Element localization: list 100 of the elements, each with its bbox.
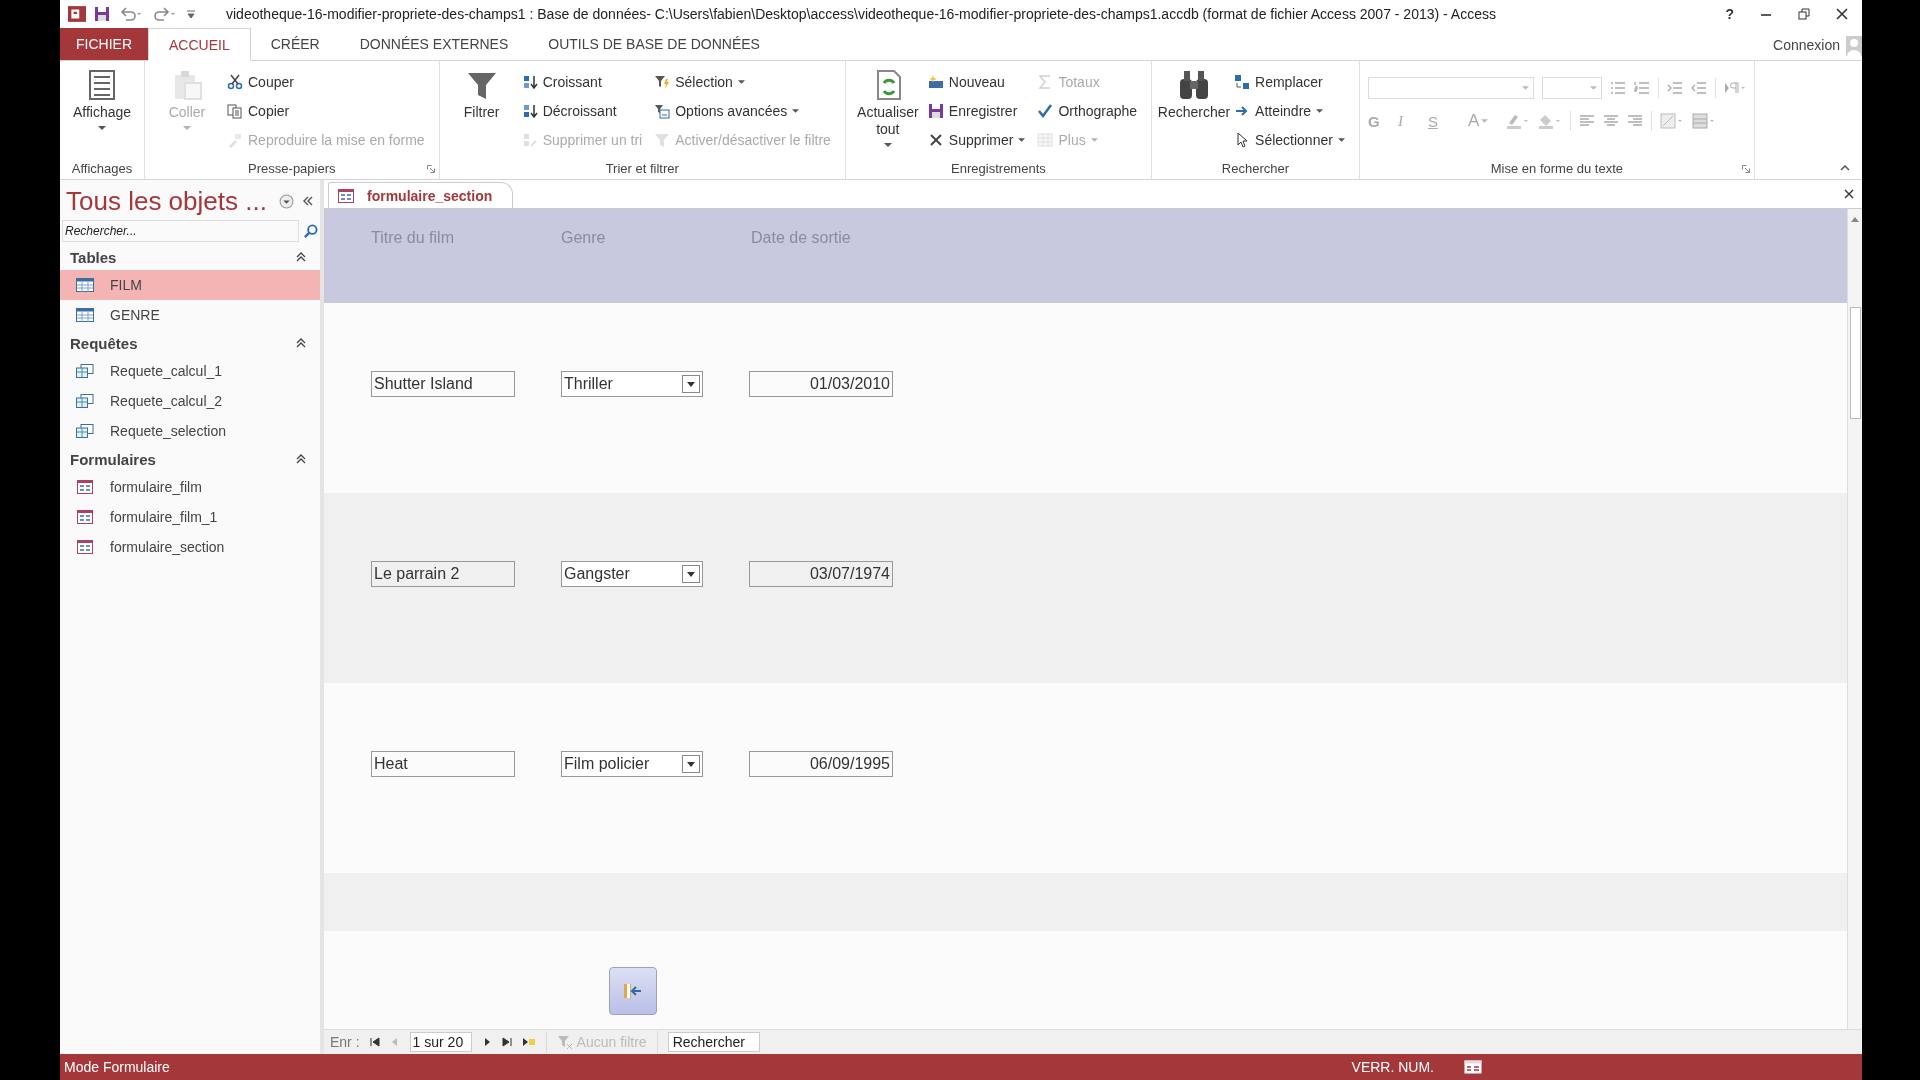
ribbon-tab[interactable]: DONNÉES EXTERNES (339, 28, 529, 60)
close-icon[interactable] (1836, 8, 1848, 20)
ribbon-button[interactable]: Rechercher (1160, 65, 1229, 157)
nav-item[interactable]: GENRE (60, 300, 320, 330)
nav-item[interactable]: Requete_calcul_1 (60, 356, 320, 386)
chevron-up-icon[interactable] (296, 454, 306, 464)
numbered-list-icon[interactable] (1633, 80, 1650, 96)
scissors-icon (227, 74, 243, 90)
nav-item[interactable]: formulaire_film (60, 472, 320, 502)
ribbon-button[interactable]: Orthographe (1037, 98, 1144, 124)
close-form-button[interactable] (609, 967, 657, 1015)
highlighter-icon[interactable] (1505, 113, 1530, 129)
search-field[interactable]: Rechercher (667, 1032, 760, 1052)
form-icon (337, 188, 355, 203)
bullet-list-icon[interactable] (1609, 80, 1626, 96)
section-header[interactable]: Requêtes (60, 330, 320, 356)
ribbon-tab[interactable]: FICHIER (60, 28, 148, 60)
pane-title[interactable]: Tous les objets ... (66, 185, 271, 217)
search-field[interactable]: Rechercher... (62, 220, 299, 242)
date-field[interactable]: 03/07/1974 (749, 561, 893, 587)
form-view-icon[interactable] (1464, 1060, 1482, 1074)
ribbon-button[interactable]: Nouveau (927, 69, 1032, 95)
sign-in-link[interactable]: Connexion (1773, 37, 1840, 53)
text-field[interactable]: Shutter Island (371, 371, 515, 397)
form-icon (76, 480, 94, 494)
section-title: Requêtes (70, 334, 138, 352)
save-icon[interactable] (94, 6, 110, 22)
ribbon-button[interactable]: Actualiser tout (853, 65, 922, 157)
new-record-icon[interactable] (521, 1037, 536, 1047)
combo-box[interactable]: Thriller (561, 371, 703, 397)
ribbon-button[interactable]: Croissant (521, 69, 649, 95)
ribbon-button[interactable]: Décroissant (521, 98, 649, 124)
ribbon-button[interactable]: Enregistrer (927, 98, 1032, 124)
ribbon-button[interactable]: Affichage (68, 65, 136, 157)
combo-box[interactable]: Film policier (561, 751, 703, 777)
last-record-icon[interactable] (501, 1037, 512, 1047)
indent-icon[interactable] (1666, 80, 1683, 96)
date-field[interactable]: 01/03/2010 (749, 371, 893, 397)
document-tab[interactable]: formulaire_section (328, 182, 514, 208)
nav-item[interactable]: Requete_calcul_2 (60, 386, 320, 416)
nav-item[interactable]: formulaire_film_1 (60, 502, 320, 532)
restore-icon[interactable] (1798, 8, 1810, 20)
ribbon-button[interactable]: Filtrer (447, 65, 516, 157)
ribbon-tab[interactable]: ACCUEIL (148, 28, 251, 61)
table-icon (76, 308, 94, 322)
exit-door-icon (623, 982, 643, 1000)
query-icon (76, 364, 94, 378)
ribbon-button[interactable]: Sélection (654, 69, 837, 95)
section-header[interactable]: Formulaires (60, 446, 320, 472)
help-button[interactable]: ? (1725, 6, 1734, 22)
scrollbar[interactable] (1847, 209, 1862, 1029)
outdent-icon[interactable] (1690, 80, 1707, 96)
gridlines-icon[interactable] (1691, 113, 1716, 129)
close-icon[interactable] (1844, 189, 1854, 199)
date-field[interactable]: 06/09/1995 (749, 751, 893, 777)
save-icon (927, 103, 944, 119)
sort-clear-icon (521, 132, 538, 148)
ribbon-tab[interactable]: OUTILS DE BASE DE DONNÉES (528, 28, 780, 60)
scroll-up-icon[interactable] (1850, 215, 1860, 223)
ribbon-button[interactable]: Couper (227, 69, 431, 95)
nav-item[interactable]: formulaire_section (60, 532, 320, 562)
dialog-launcher-icon[interactable] (1741, 165, 1750, 173)
paragraph-direction-icon[interactable] (1723, 80, 1746, 96)
combo-box[interactable]: Gangster (561, 561, 703, 587)
group-label: Trier et filtrer (605, 160, 679, 176)
align-left-icon[interactable] (1578, 113, 1595, 129)
nav-item[interactable]: Requete_selection (60, 416, 320, 446)
ribbon-button[interactable]: Supprimer (927, 127, 1032, 153)
redo-icon[interactable] (152, 6, 178, 22)
ribbon-button[interactable]: Atteindre (1234, 98, 1351, 124)
undo-icon[interactable] (118, 6, 144, 22)
collapse-pane-icon[interactable] (302, 196, 314, 206)
group-label: Mise en forme du texte (1490, 160, 1623, 176)
dialog-launcher-icon[interactable] (426, 165, 435, 173)
caret-icon (1521, 86, 1529, 90)
status-text: Mode Formulaire (64, 1059, 170, 1075)
nav-item[interactable]: FILM (60, 270, 320, 300)
ribbon-button[interactable]: Sélectionner (1234, 127, 1351, 153)
text-field[interactable]: Heat (371, 751, 515, 777)
ribbon-button[interactable]: Remplacer (1234, 69, 1351, 95)
collapse-ribbon-icon[interactable] (1840, 165, 1850, 171)
new-record-icon (927, 74, 944, 90)
ribbon-button[interactable]: Options avancées (654, 98, 837, 124)
align-right-icon[interactable] (1626, 113, 1643, 129)
chevron-up-icon[interactable] (296, 252, 306, 262)
ribbon-tab[interactable]: CRÉER (250, 28, 340, 60)
scroll-thumb[interactable] (1849, 307, 1861, 419)
first-record-icon[interactable] (369, 1037, 380, 1047)
dropdown-circle-icon[interactable] (279, 193, 294, 209)
text-field[interactable]: Le parrain 2 (371, 561, 515, 587)
customize-icon[interactable] (186, 8, 196, 20)
chevron-up-icon[interactable] (296, 338, 306, 348)
ribbon-button[interactable]: Copier (227, 98, 431, 124)
background-color-icon[interactable] (1659, 113, 1684, 129)
search-icon[interactable] (303, 223, 318, 239)
section-header[interactable]: Tables (60, 244, 320, 270)
caret-icon (1337, 138, 1345, 142)
layout-icon (86, 69, 118, 101)
record-position-field[interactable]: 1 sur 20 (409, 1032, 472, 1052)
align-center-icon[interactable] (1602, 113, 1619, 129)
